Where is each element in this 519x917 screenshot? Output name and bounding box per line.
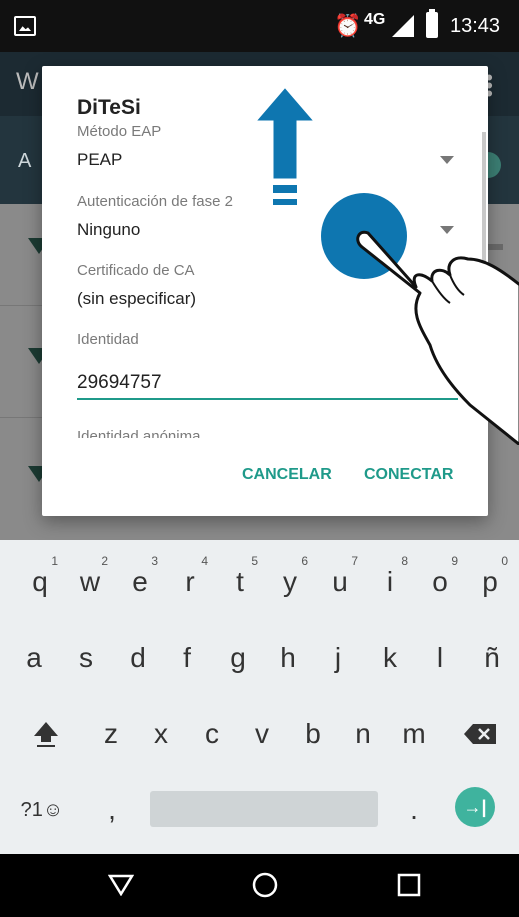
key-k[interactable]: k [366,630,414,686]
hand-pointer-icon [356,230,519,445]
phase2-select[interactable]: Ninguno [77,220,140,240]
shift-arrow-icon [34,722,58,747]
gallery-icon [14,16,36,36]
key-w[interactable]: w2 [66,554,114,610]
key-d[interactable]: d [114,630,162,686]
ca-cert-select[interactable]: (sin especificar) [77,289,196,309]
background-title-initial: W [16,68,39,95]
chevron-down-icon[interactable] [440,156,454,164]
key-a[interactable]: a [10,630,58,686]
network-type: 4G [364,11,386,28]
key-n-tilde[interactable]: ñ [468,630,516,686]
cancel-button[interactable]: CANCELAR [242,466,332,484]
key-i[interactable]: i8 [366,554,414,610]
key-f[interactable]: f [163,630,211,686]
signal-icon [392,15,414,37]
key-q[interactable]: q1 [16,554,64,610]
key-s[interactable]: s [62,630,110,686]
soft-keyboard: q1 w2 e3 r4 t5 y6 u7 i8 o9 p0 a s d f g … [0,540,519,854]
comma-key[interactable]: , [88,782,136,838]
key-e[interactable]: e3 [116,554,164,610]
key-u[interactable]: u7 [316,554,364,610]
enter-key[interactable]: →| [455,787,495,827]
arrow-up-icon [252,83,318,207]
key-p[interactable]: p0 [466,554,514,610]
symbols-key[interactable]: ?1☺ [10,782,74,838]
backspace-icon [464,724,496,744]
key-m[interactable]: m [390,706,438,762]
key-o[interactable]: o9 [416,554,464,610]
ca-cert-label: Certificado de CA [77,262,195,279]
phase2-label: Autenticación de fase 2 [77,193,233,210]
key-r[interactable]: r4 [166,554,214,610]
key-j[interactable]: j [314,630,362,686]
key-g[interactable]: g [214,630,262,686]
key-x[interactable]: x [137,706,185,762]
key-y[interactable]: y6 [266,554,314,610]
background-subbar-initial: A [18,150,32,172]
battery-icon [426,9,438,38]
anonymous-identity-label: Identidad anónima [77,428,201,438]
status-bar: ⏰ 4G 13:43 [0,0,519,52]
eap-method-select[interactable]: PEAP [77,150,122,170]
alarm-icon: ⏰ [334,13,362,38]
backspace-key[interactable] [456,706,504,762]
shift-key[interactable] [22,706,70,762]
key-h[interactable]: h [264,630,312,686]
key-z[interactable]: z [87,706,135,762]
home-icon[interactable] [250,870,280,900]
dialog-title: DiTeSi [77,96,141,119]
period-key[interactable]: . [390,782,438,838]
connect-button[interactable]: CONECTAR [364,466,453,484]
key-v[interactable]: v [238,706,286,762]
recents-icon[interactable] [394,870,424,900]
navigation-bar [0,854,519,917]
space-key[interactable] [150,791,378,827]
identity-label: Identidad [77,331,139,348]
key-c[interactable]: c [188,706,236,762]
key-l[interactable]: l [416,630,464,686]
key-t[interactable]: t5 [216,554,264,610]
key-n[interactable]: n [339,706,387,762]
eap-method-label: Método EAP [77,123,162,140]
clock: 13:43 [450,15,501,37]
key-b[interactable]: b [289,706,337,762]
back-icon[interactable] [106,870,136,900]
